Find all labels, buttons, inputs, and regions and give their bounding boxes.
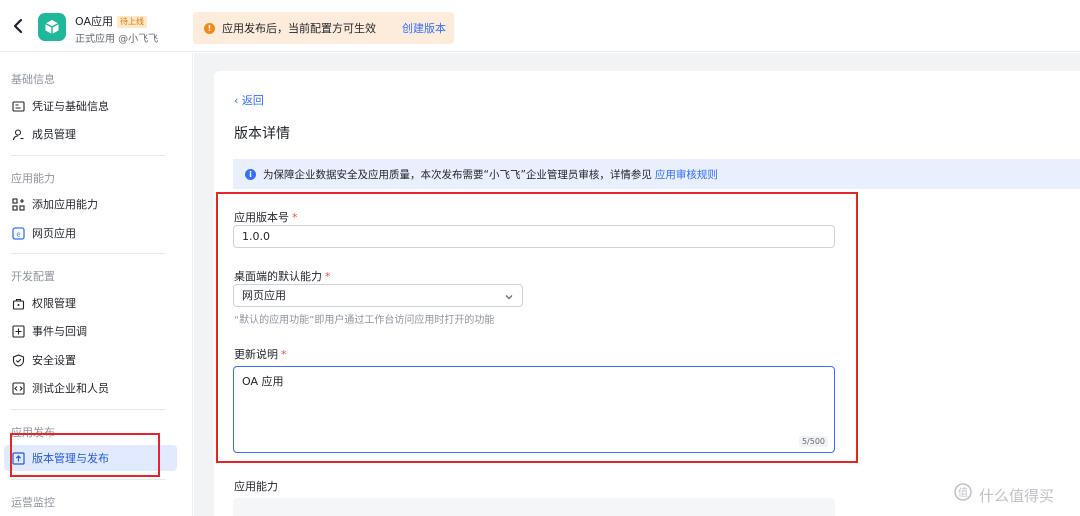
id-card-icon: [12, 100, 25, 113]
warning-icon: !: [204, 22, 215, 34]
default-ability-label-text: 桌面端的默认能力: [234, 270, 322, 283]
create-version-link[interactable]: 创建版本: [402, 20, 446, 36]
sidebar-item-label: 权限管理: [32, 297, 76, 310]
sidebar-item-label: 网页应用: [32, 227, 76, 240]
app-subtitle: 正式应用 @小飞飞: [75, 34, 159, 45]
capability-section-label: 应用能力: [234, 480, 278, 493]
top-header: OA应用 待上线 正式应用 @小飞飞 ! 应用发布后，当前配置方可生效 创建版本: [0, 0, 1080, 52]
app-logo-icon: [38, 13, 66, 41]
sidebar-item-label: 安全设置: [32, 354, 76, 367]
version-label-text: 应用版本号: [234, 211, 289, 224]
sidebar-item-version-publish[interactable]: 版本管理与发布: [4, 445, 177, 471]
back-arrow-icon[interactable]: [10, 16, 28, 36]
watermark-text: 什么值得买: [979, 486, 1055, 505]
info-icon: i: [245, 168, 256, 180]
required-mark: *: [325, 270, 331, 283]
svg-text:e: e: [16, 230, 20, 238]
required-mark: *: [292, 211, 298, 224]
review-info-banner: i 为保障企业数据安全及应用质量，本次发布需要“小飞飞”企业管理员审核，详情参见…: [233, 159, 1080, 189]
back-link[interactable]: ‹ 返回: [234, 92, 264, 108]
shield-icon: [12, 353, 25, 367]
required-mark: *: [281, 348, 287, 361]
review-rules-link[interactable]: 应用审核规则: [655, 167, 718, 182]
sidebar-item-label: 凭证与基础信息: [32, 100, 109, 113]
sidebar-item-permissions[interactable]: 权限管理: [4, 290, 177, 316]
update-notes-label: 更新说明 *: [234, 346, 287, 362]
default-ability-hint: “默认的应用功能”即用户通过工作台访问应用时打开的功能: [234, 315, 495, 326]
version-input[interactable]: 1.0.0: [233, 225, 835, 248]
sidebar-item-label: 成员管理: [32, 128, 76, 141]
upload-icon: [12, 451, 25, 465]
sidebar-item-web-app[interactable]: e 网页应用: [4, 220, 177, 246]
sidebar-divider: [11, 155, 165, 156]
user-icon: [12, 128, 25, 141]
sidebar-item-label: 事件与回调: [32, 325, 87, 338]
sidebar-item-label: 版本管理与发布: [32, 452, 109, 465]
page-title: 版本详情: [234, 126, 290, 142]
sidebar-item-security[interactable]: 安全设置: [4, 347, 177, 373]
update-notes-label-text: 更新说明: [234, 348, 278, 361]
sidebar-divider: [11, 409, 165, 410]
status-badge: 待上线: [117, 16, 147, 28]
sidebar-group-title: 应用发布: [11, 426, 55, 439]
svg-text:值: 值: [958, 486, 968, 499]
chevron-left-icon: ‹: [234, 94, 239, 107]
sidebar-group-title: 应用能力: [11, 172, 55, 185]
capability-section-box: [233, 498, 835, 516]
sidebar-divider: [11, 479, 165, 480]
char-counter: 5/500: [798, 436, 828, 447]
code-icon: [12, 381, 25, 395]
sidebar-item-label: 测试企业和人员: [32, 382, 109, 395]
sidebar-item-add-ability[interactable]: 添加应用能力: [4, 191, 177, 217]
info-text: 为保障企业数据安全及应用质量，本次发布需要“小飞飞”企业管理员审核，详情参见: [263, 168, 652, 181]
web-app-icon: e: [12, 226, 25, 240]
version-label: 应用版本号 *: [234, 209, 298, 225]
chevron-down-icon: [503, 289, 515, 310]
lock-icon: [12, 297, 25, 310]
back-link-label: 返回: [241, 94, 264, 107]
event-icon: [12, 324, 25, 338]
sidebar-item-label: 添加应用能力: [32, 198, 98, 211]
update-notes-value: OA 应用: [242, 375, 284, 388]
sidebar-group-title: 运营监控: [11, 496, 55, 509]
sidebar-item-credentials[interactable]: 凭证与基础信息: [4, 93, 177, 119]
default-ability-value: 网页应用: [242, 289, 286, 302]
default-ability-label: 桌面端的默认能力 *: [234, 268, 331, 284]
sidebar-item-events[interactable]: 事件与回调: [4, 318, 177, 344]
update-notes-textarea[interactable]: OA 应用 5/500: [233, 366, 835, 453]
sidebar-item-members[interactable]: 成员管理: [4, 121, 177, 147]
default-ability-select[interactable]: 网页应用: [233, 284, 523, 307]
app-name: OA应用 待上线: [75, 13, 147, 29]
sidebar-divider: [11, 253, 165, 254]
apps-add-icon: [12, 197, 25, 211]
sidebar-group-title: 开发配置: [11, 270, 55, 283]
app-name-text: OA应用: [75, 15, 113, 28]
notice-text: 应用发布后，当前配置方可生效: [222, 22, 376, 35]
sidebar-group-title: 基础信息: [11, 73, 55, 86]
watermark-logo-icon: 值: [953, 483, 975, 507]
watermark: 值 什么值得买: [953, 483, 1054, 507]
sidebar-item-test-users[interactable]: 测试企业和人员: [4, 375, 177, 401]
publish-notice: ! 应用发布后，当前配置方可生效 创建版本: [193, 12, 454, 44]
